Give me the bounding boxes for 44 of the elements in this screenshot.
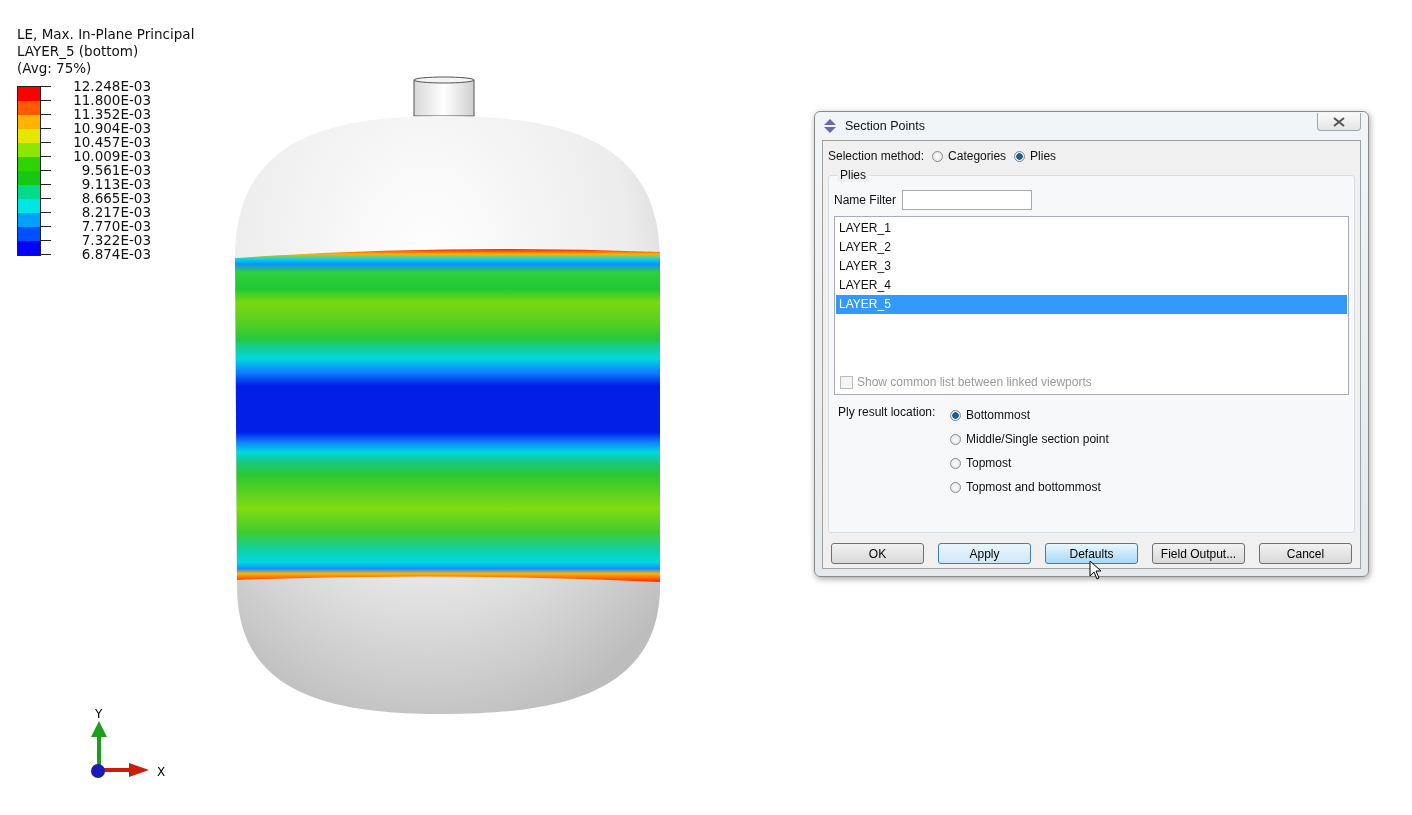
y-axis-label: Y (95, 707, 104, 721)
legend-value: 11.352E-03 (72, 107, 151, 121)
radio-option[interactable]: Categories (932, 149, 1007, 163)
legend-title: (Avg: 75%) (17, 60, 93, 77)
legend-value: 8.665E-03 (80, 191, 151, 205)
legend-value: 10.904E-03 (72, 121, 151, 135)
radio-option[interactable]: Topmost (950, 456, 1109, 470)
ply-list-item[interactable]: LAYER_3 (836, 257, 1347, 276)
dialog-button[interactable]: Apply (938, 543, 1031, 564)
close-icon (1333, 116, 1345, 127)
radio-option[interactable]: Bottommost (950, 408, 1109, 422)
axis-triad-icon (89, 721, 151, 779)
x-axis-label: X (157, 765, 166, 779)
dialog-button[interactable]: Field Output... (1152, 543, 1245, 564)
legend-value: 10.457E-03 (72, 135, 151, 149)
dialog-button[interactable]: Cancel (1259, 543, 1352, 564)
legend-value: 10.009E-03 (72, 149, 151, 163)
ply-list-item[interactable]: LAYER_2 (836, 238, 1347, 257)
radio-option[interactable]: Middle/Single section point (950, 432, 1109, 446)
group-title: Plies (837, 168, 869, 182)
mouse-cursor-icon (1089, 560, 1103, 581)
dialog-button[interactable]: OK (831, 543, 924, 564)
legend-value: 9.113E-03 (80, 177, 151, 191)
dialog-title: Section Points (845, 119, 925, 133)
radio-option[interactable]: Plies (1014, 149, 1057, 163)
radio-option[interactable]: Topmost and bottommost (950, 480, 1109, 494)
legend-title: LAYER_5 (bottom) (17, 43, 140, 60)
name-filter-label: Name Filter (834, 193, 896, 207)
legend-value: 7.770E-03 (80, 219, 151, 233)
name-filter-field[interactable] (902, 190, 1032, 210)
ply-result-location-label: Ply result location: (838, 405, 937, 421)
ply-list-item[interactable]: LAYER_1 (836, 219, 1347, 238)
legend-value: 11.800E-03 (72, 93, 151, 107)
dialog-button[interactable]: Defaults (1045, 543, 1138, 564)
legend-value: 6.874E-03 (80, 247, 151, 261)
legend-title: LE, Max. In-Plane Principal (17, 26, 196, 43)
up-down-arrows-icon (822, 118, 838, 134)
legend-value: 9.561E-03 (80, 163, 151, 177)
legend-value: 7.322E-03 (80, 233, 151, 247)
close-button[interactable] (1317, 113, 1361, 131)
legend-value: 12.248E-03 (72, 79, 151, 93)
selection-method-label: Selection method: (828, 149, 925, 163)
ply-list-item[interactable]: LAYER_4 (836, 276, 1347, 295)
legend-value: 8.217E-03 (80, 205, 151, 219)
